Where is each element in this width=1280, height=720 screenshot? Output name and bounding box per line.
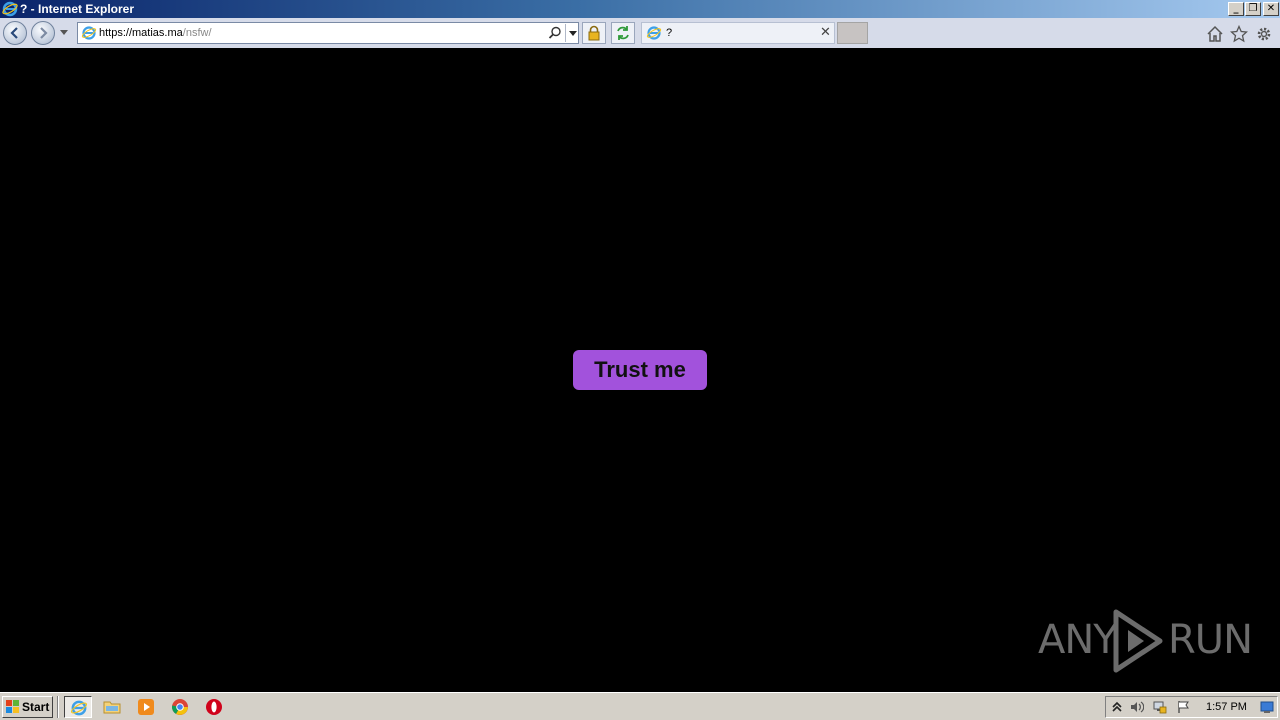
volume-icon[interactable] xyxy=(1130,700,1144,714)
taskbar-chrome[interactable] xyxy=(166,696,194,718)
forward-icon xyxy=(40,27,48,39)
refresh-button[interactable] xyxy=(611,22,635,44)
window-title-bar[interactable]: ? - Internet Explorer _ ❐ ✕ xyxy=(0,0,1280,18)
close-button[interactable]: ✕ xyxy=(1263,2,1279,16)
action-center-flag-icon[interactable] xyxy=(1177,700,1191,714)
minimize-button[interactable]: _ xyxy=(1228,2,1244,16)
taskbar-internet-explorer[interactable] xyxy=(64,696,92,718)
system-clock[interactable]: 1:57 PM xyxy=(1206,701,1247,714)
refresh-icon xyxy=(617,26,629,40)
history-dropdown-icon[interactable] xyxy=(60,30,68,35)
address-bar[interactable]: https://matias.ma/nsfw/ xyxy=(77,22,579,44)
page-content: Trust me ANY RUN xyxy=(0,48,1280,692)
page-favicon-icon xyxy=(81,26,97,40)
watermark-text-right: RUN xyxy=(1168,617,1253,663)
lock-icon xyxy=(588,25,600,41)
internet-explorer-icon xyxy=(70,700,88,716)
url-domain: https://matias.ma xyxy=(99,27,183,39)
system-tray: 1:57 PM xyxy=(1105,696,1278,718)
taskbar-file-explorer[interactable] xyxy=(98,696,126,718)
start-button[interactable]: Start xyxy=(2,696,53,718)
taskbar: Start 1:57 PM xyxy=(0,692,1280,720)
search-icon[interactable] xyxy=(548,26,562,40)
media-player-icon xyxy=(138,699,154,715)
browser-tab[interactable]: ? ✕ xyxy=(641,22,835,44)
play-logo-icon xyxy=(1113,609,1163,673)
tab-title: ? xyxy=(666,27,673,39)
back-button[interactable] xyxy=(3,21,27,45)
settings-gear-icon[interactable] xyxy=(1255,25,1273,43)
url-text[interactable]: https://matias.ma/nsfw/ xyxy=(99,26,212,40)
home-icon[interactable] xyxy=(1206,25,1224,43)
show-hidden-icons-icon[interactable] xyxy=(1110,700,1124,714)
internet-explorer-icon xyxy=(2,1,18,17)
file-explorer-icon xyxy=(103,701,121,714)
window-title: ? - Internet Explorer xyxy=(20,2,135,16)
chrome-icon xyxy=(171,699,188,715)
show-desktop-icon[interactable] xyxy=(1260,700,1274,714)
network-icon[interactable] xyxy=(1153,700,1167,714)
trust-me-button[interactable]: Trust me xyxy=(573,350,707,390)
security-lock-button[interactable] xyxy=(582,22,606,44)
tab-close-icon[interactable]: ✕ xyxy=(820,25,831,41)
favorites-star-icon[interactable] xyxy=(1230,25,1248,43)
taskbar-media-player[interactable] xyxy=(132,696,160,718)
restore-button[interactable]: ❐ xyxy=(1245,2,1261,16)
anyrun-watermark: ANY RUN xyxy=(1038,608,1253,674)
taskbar-separator xyxy=(57,696,59,718)
opera-icon xyxy=(206,699,222,715)
new-tab-button[interactable] xyxy=(837,22,868,44)
url-path: /nsfw/ xyxy=(182,27,212,39)
forward-button[interactable] xyxy=(31,21,55,45)
taskbar-opera[interactable] xyxy=(200,696,228,718)
browser-toolbar: https://matias.ma/nsfw/ ? ✕ xyxy=(0,18,1280,48)
watermark-text-left: ANY xyxy=(1038,617,1118,663)
windows-logo-icon xyxy=(6,700,19,713)
address-dropdown-icon[interactable] xyxy=(565,24,579,42)
tab-favicon-icon xyxy=(646,26,662,40)
back-icon xyxy=(10,27,18,39)
start-label: Start xyxy=(22,700,50,714)
